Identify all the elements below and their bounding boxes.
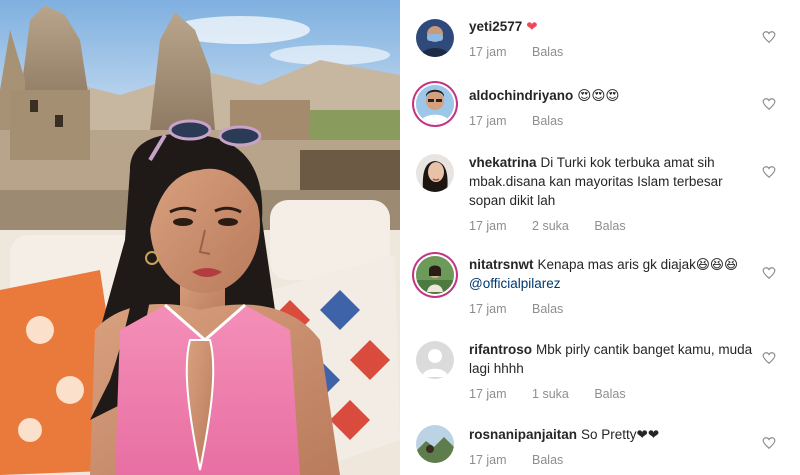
comment-username[interactable]: vhekatrina bbox=[469, 155, 537, 170]
comments-panel: yeti2577 ❤ 17 jam Balas aldochindriyano … bbox=[400, 0, 800, 475]
post-photo bbox=[0, 0, 400, 475]
avatar[interactable] bbox=[416, 425, 454, 463]
default-avatar-icon bbox=[416, 341, 454, 379]
reply-button[interactable]: Balas bbox=[532, 45, 563, 59]
avatar[interactable] bbox=[416, 256, 454, 294]
reply-button[interactable]: Balas bbox=[594, 387, 625, 401]
comment-likes[interactable]: 1 suka bbox=[532, 387, 569, 401]
comment-username[interactable]: aldochindriyano bbox=[469, 88, 573, 103]
reply-button[interactable]: Balas bbox=[532, 302, 563, 316]
avatar[interactable] bbox=[416, 19, 454, 57]
comment-username[interactable]: rifantroso bbox=[469, 342, 532, 357]
comment-text: Kenapa mas aris gk diajak😆😆😆 bbox=[537, 257, 739, 272]
like-heart-icon[interactable] bbox=[762, 436, 776, 450]
reply-button[interactable]: Balas bbox=[532, 453, 563, 467]
comment-username[interactable]: yeti2577 bbox=[469, 19, 522, 34]
man-glasses-avatar-icon bbox=[416, 85, 454, 123]
mention-link[interactable]: @officialpilarez bbox=[469, 276, 561, 291]
avatar[interactable] bbox=[416, 85, 454, 123]
like-heart-icon[interactable] bbox=[762, 266, 776, 280]
comment-username[interactable]: rosnanipanjaitan bbox=[469, 427, 577, 442]
comment-text: So Pretty❤❤ bbox=[581, 427, 660, 442]
comment-username[interactable]: nitatrsnwt bbox=[469, 257, 534, 272]
comment-time: 17 jam bbox=[469, 219, 507, 233]
like-heart-icon[interactable] bbox=[762, 351, 776, 365]
like-heart-icon[interactable] bbox=[762, 30, 776, 44]
comment-likes[interactable]: 2 suka bbox=[532, 219, 569, 233]
like-heart-icon[interactable] bbox=[762, 97, 776, 111]
masked-man-avatar-icon bbox=[416, 19, 454, 57]
comment-text: 😍😍😍 bbox=[577, 88, 620, 103]
selfie-photo bbox=[0, 0, 400, 475]
comment-time: 17 jam bbox=[469, 114, 507, 128]
comment-time: 17 jam bbox=[469, 453, 507, 467]
landscape-avatar-icon bbox=[416, 425, 454, 463]
comment-time: 17 jam bbox=[469, 387, 507, 401]
comment-text: ❤ bbox=[526, 19, 538, 34]
reply-button[interactable]: Balas bbox=[594, 219, 625, 233]
avatar[interactable] bbox=[416, 154, 454, 192]
woman-outdoor-avatar-icon bbox=[416, 256, 454, 294]
reply-button[interactable]: Balas bbox=[532, 114, 563, 128]
comment-time: 17 jam bbox=[469, 45, 507, 59]
avatar[interactable] bbox=[416, 341, 454, 379]
woman-portrait-avatar-icon bbox=[416, 154, 454, 192]
like-heart-icon[interactable] bbox=[762, 165, 776, 179]
comment-time: 17 jam bbox=[469, 302, 507, 316]
